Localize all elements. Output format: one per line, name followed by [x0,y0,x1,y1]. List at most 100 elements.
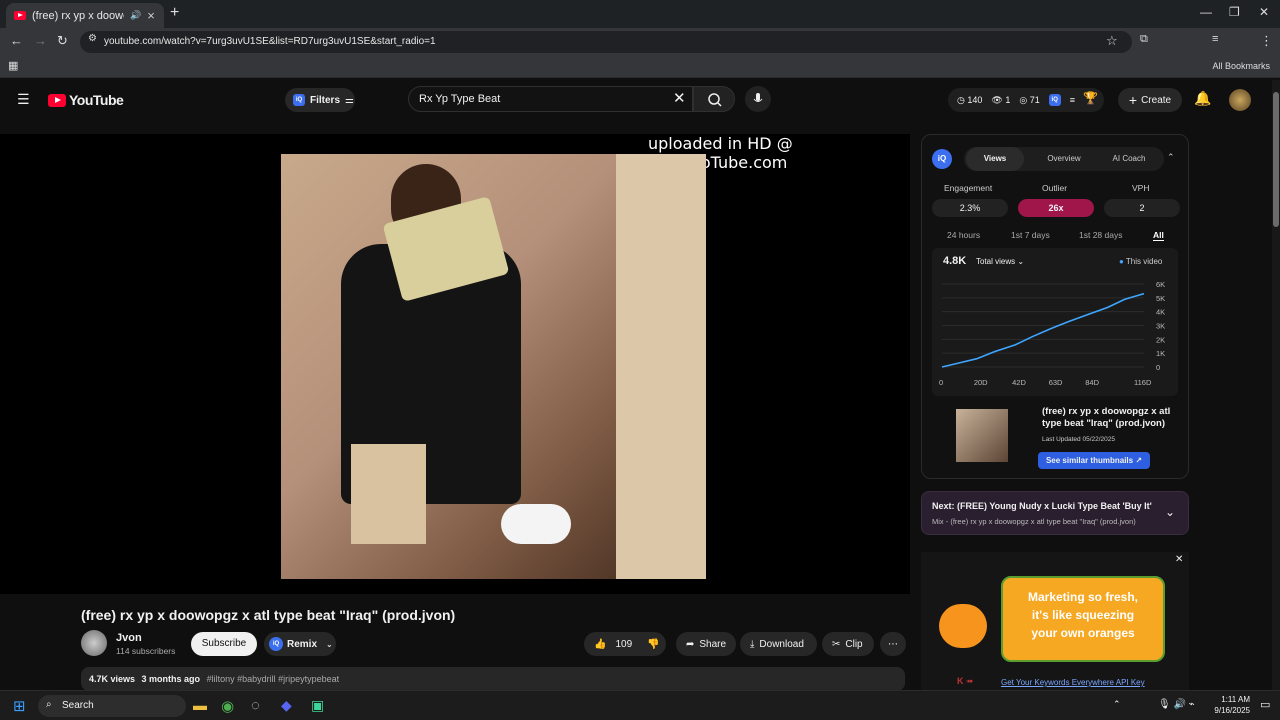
range-7d[interactable]: 1st 7 days [1011,230,1050,240]
vidiq-tabs: Views Overview AI Coach [964,147,1164,171]
minimize-icon[interactable]: — [1200,5,1212,19]
collapse-icon[interactable]: ⌃ [1167,152,1175,163]
taskbar-search[interactable]: Search [38,695,186,717]
y-tick-label: 6K [1156,280,1165,289]
ad-box[interactable]: ✕ Marketing so fresh, it's like squeezin… [921,552,1189,692]
tab-views[interactable]: Views [966,147,1024,171]
y-tick-label: 2K [1156,335,1165,344]
browser-tab[interactable]: (free) rx yp x doowopgz x at 🔊 × [6,3,164,28]
share-button[interactable]: ➦ Share [676,632,736,656]
download-icon: ⤓ [750,638,755,650]
channel-avatar[interactable] [81,630,107,656]
menu-dots-icon[interactable]: ⋮ [1260,33,1273,49]
app-icon[interactable]: ◌ [251,697,260,714]
y-tick-label: 0 [1156,363,1160,372]
clock-icon: ◷ 140 [957,94,983,105]
ad-close-icon[interactable]: ✕ [1175,554,1183,565]
search-input[interactable]: Rx Yp Type Beat [408,86,693,112]
upload-age: 3 months ago [141,674,201,684]
new-tab-icon[interactable]: + [170,4,179,22]
video-frame [281,154,706,579]
outlier-value: 26x [1018,199,1094,217]
site-info-icon[interactable]: ⚙ [88,33,97,44]
chevron-down-icon: ⌄ [326,639,333,649]
channel-name[interactable]: Jvon [116,632,142,644]
recommended-title[interactable]: (free) rx yp x doowopgz x atl type beat … [1042,406,1177,430]
back-icon[interactable]: ← [10,33,23,48]
media-icon[interactable]: ≡ [1212,33,1218,45]
vph-value: 2 [1104,199,1180,217]
clock[interactable]: 1:11 AM 9/16/2025 [1214,694,1250,716]
trophy-icon[interactable]: 🏆 [1083,91,1098,105]
next-video-box[interactable]: Next: (FREE) Young Nudy x Lucki Type Bea… [921,491,1189,535]
close-window-icon[interactable]: ✕ [1259,5,1269,19]
expand-chevron-icon[interactable]: ⌄ [1165,505,1175,519]
discord-icon[interactable]: ◆ [281,697,292,714]
address-bar: ← → ↻ youtube.com/watch?v=7urg3uvU1SE&li… [0,28,1280,56]
youtube-logo[interactable]: YouTube [48,92,124,108]
create-button[interactable]: + Create [1118,88,1182,112]
tab-overview[interactable]: Overview [1034,147,1094,171]
see-similar-button[interactable]: See similar thumbnails ↗ [1038,452,1150,469]
bookmarks-bar: ▦ All Bookmarks [0,56,1280,78]
share-icon: ➦ [686,638,695,650]
forward-icon[interactable]: → [34,33,47,48]
voice-search-button[interactable] [745,86,771,112]
avatar[interactable] [1229,89,1251,111]
bell-icon[interactable]: 🔔 [1194,90,1211,107]
video-player[interactable]: uploaded in HD @ TunesToTube.com [0,134,910,594]
more-actions-button[interactable]: ⋯ [880,632,906,656]
search-button[interactable] [693,86,735,112]
extensions-icon[interactable]: ⧉ [1140,33,1148,46]
windows-start-icon[interactable]: ⊞ [13,697,26,715]
range-28d[interactable]: 1st 28 days [1079,230,1122,240]
x-tick-label: 63D [1049,378,1063,387]
description-box[interactable]: 4.7K views 3 months ago #liltony #babydr… [81,667,905,691]
x-tick-label: 116D [1134,378,1152,387]
download-button[interactable]: ⤓ Download [740,632,817,656]
eye-icon: 👁 1 [991,94,1011,105]
filters-button[interactable]: iQ Filters ⚌ [285,88,355,112]
hashtags[interactable]: #liltony #babydrill #jripeytypebeat [207,674,340,684]
url-field[interactable]: youtube.com/watch?v=7urg3uvU1SE&list=RD7… [80,31,1132,53]
k-logo-icon: K ➠ [957,676,974,686]
maximize-icon[interactable]: ❐ [1229,5,1240,19]
file-explorer-icon[interactable]: ▬ [193,697,207,713]
range-all[interactable]: All [1153,230,1164,241]
clip-button[interactable]: ✂ Clip [822,632,874,656]
ad-link[interactable]: Get Your Keywords Everywhere API Key [1001,678,1145,687]
vidiq-icon: iQ [269,637,283,651]
bookmark-star-icon[interactable]: ☆ [1106,33,1118,49]
chrome-icon[interactable]: ◉ [221,697,234,715]
range-24h[interactable]: 24 hours [947,230,980,240]
more-dots-icon: ⋯ [888,638,898,650]
tab-ai-coach[interactable]: AI Coach [1098,147,1160,171]
reload-icon[interactable]: ↻ [57,33,68,49]
tray-chevron-icon[interactable]: ⌃ [1113,699,1121,710]
x-tick-label: 84D [1085,378,1099,387]
clear-search-icon[interactable]: ✕ [673,89,686,107]
app-green-icon[interactable]: ▣ [311,697,324,714]
thumbs-down-icon[interactable]: 👎 [647,639,659,650]
subscribe-button[interactable]: Subscribe [191,632,257,656]
vidiq-stats-bar[interactable]: ◷ 140 👁 1 ◎ 71 iQ ≡ [948,88,1104,112]
vidiq-icon: iQ [1048,94,1061,106]
scrollbar-thumb[interactable] [1273,92,1279,227]
like-button[interactable]: 👍 109 👎 [584,632,666,656]
remix-button[interactable]: iQ Remix ⌄ [264,632,336,656]
all-bookmarks[interactable]: All Bookmarks [1212,61,1270,71]
notification-icon[interactable]: ▭ [1260,698,1270,711]
speaker-icon[interactable]: 🔊 [130,10,141,21]
tray-icons[interactable]: 🎙 🔊 ⌁ [1158,699,1195,710]
y-tick-label: 5K [1156,294,1165,303]
engagement-value: 2.3% [932,199,1008,217]
tab-close-icon[interactable]: × [147,8,155,23]
recommended-thumbnail[interactable] [956,409,1008,462]
x-tick-label: 42D [1012,378,1026,387]
vidiq-icon: iQ [293,94,305,106]
hamburger-menu-icon[interactable]: ☰ [17,91,30,108]
view-count: 4.7K views [89,674,136,684]
apps-grid-icon[interactable]: ▦ [8,59,18,72]
list-icon: ≡ [1069,95,1075,105]
orange-mascot-icon [939,604,987,648]
